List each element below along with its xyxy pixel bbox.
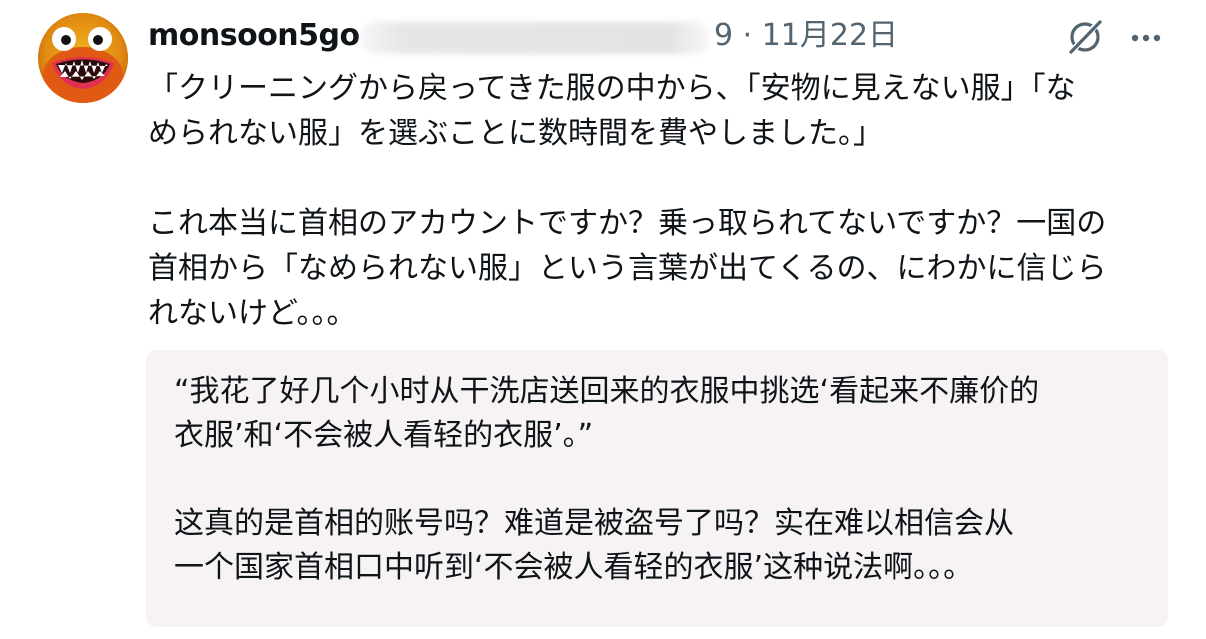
post-text-paragraph: これ本当に首相のアカウントですか？乗っ取られてないですか？一国の 首相から「なめ… bbox=[148, 206, 1107, 331]
blurred-handle bbox=[360, 22, 710, 54]
avatar[interactable] bbox=[38, 13, 128, 103]
post-header: monsoon5go 9 · 11月22日 bbox=[148, 14, 1178, 58]
grok-icon[interactable] bbox=[1066, 18, 1104, 56]
monster-avatar-icon bbox=[38, 13, 128, 103]
post-date[interactable]: 9 · 11月22日 bbox=[714, 16, 898, 56]
post-text: 「クリーニングから戻ってきた服の中から、「安物に見えない服」「な められない服」… bbox=[148, 66, 1168, 336]
translation-paragraph: “我花了好几个小时从干洗店送回来的衣服中挑选‘看起来不廉价的 衣服’和‘不会被人… bbox=[174, 374, 1040, 453]
post-text-paragraph: 「クリーニングから戻ってきた服の中から、「安物に見えない服」「な められない服」… bbox=[148, 71, 1076, 151]
translation-box: “我花了好几个小时从干洗店送回来的衣服中挑选‘看起来不廉价的 衣服’和‘不会被人… bbox=[146, 350, 1168, 627]
more-icon[interactable] bbox=[1126, 22, 1166, 52]
translation-paragraph: 这真的是首相的账号吗？难道是被盗号了吗？实在难以相信会从 一个国家首相口中听到‘… bbox=[174, 506, 1014, 585]
post: monsoon5go 9 · 11月22日 「クリーニングから戻ってきた服の中か… bbox=[0, 0, 1206, 639]
translation-text: “我花了好几个小时从干洗店送回来的衣服中挑选‘看起来不廉价的 衣服’和‘不会被人… bbox=[174, 370, 1154, 590]
author-username[interactable]: monsoon5go bbox=[148, 16, 360, 56]
